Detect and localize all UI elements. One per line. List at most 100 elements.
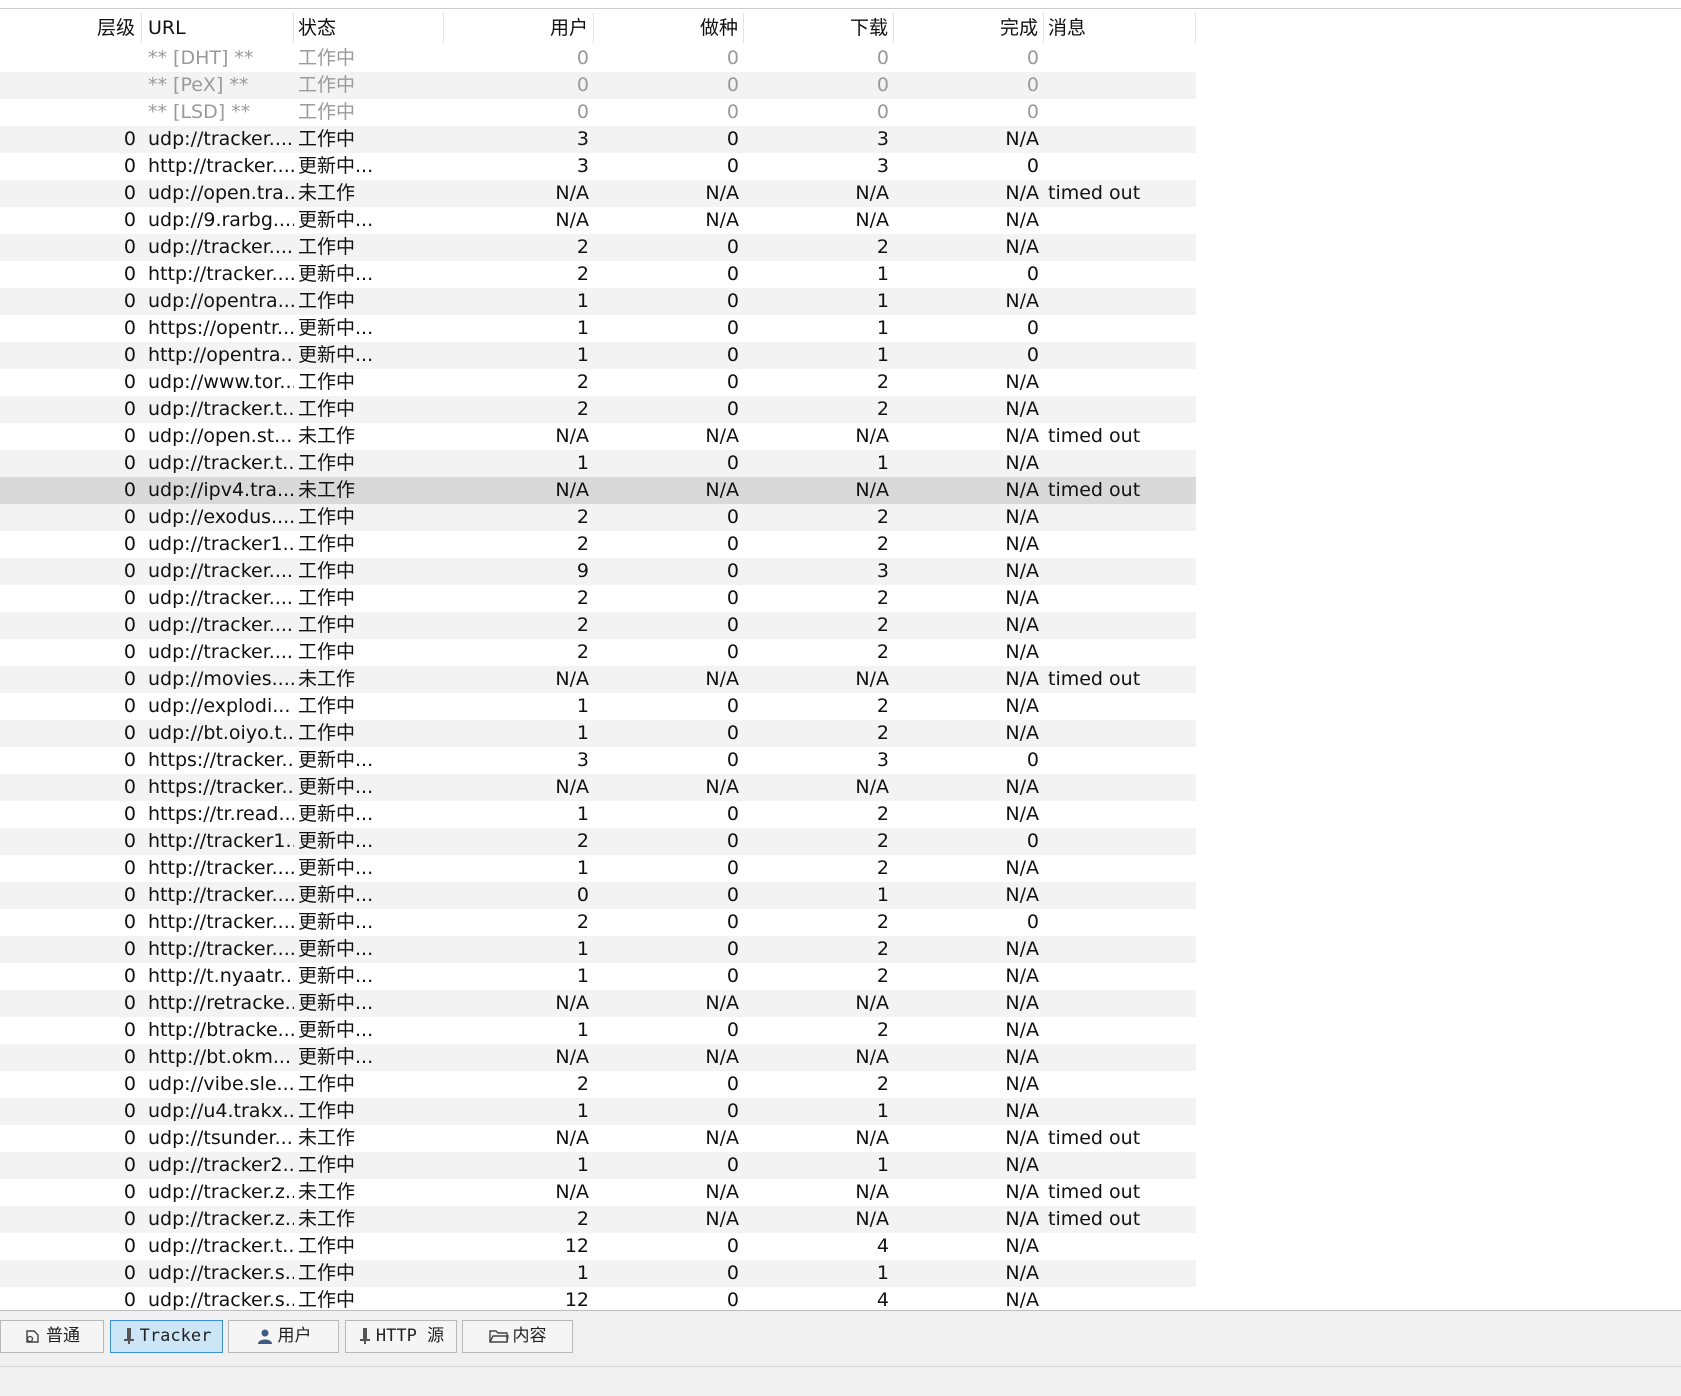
cell-status: 未工作 [298, 1208, 356, 1230]
cell-leeches: 2 [876, 722, 889, 744]
tracker-row[interactable]: 0 http://t.nyaatr... 更新中... 1 0 2 N/A [0, 963, 1196, 990]
cell-message [1044, 1071, 1196, 1098]
tracker-row[interactable]: 0 http://tracker.... 更新中... 0 0 1 N/A [0, 882, 1196, 909]
cell-url: ** [LSD] ** [148, 101, 251, 123]
cell-seeds: N/A [705, 992, 739, 1014]
cell-leeches: N/A [855, 668, 889, 690]
tracker-row[interactable]: 0 https://tr.read... 更新中... 1 0 2 N/A [0, 801, 1196, 828]
tab-content[interactable]: 内容 [462, 1320, 573, 1353]
tab-general[interactable]: 普通 [0, 1320, 104, 1353]
tracker-row[interactable]: 0 http://opentra... 更新中... 1 0 1 0 [0, 342, 1196, 369]
tracker-row[interactable]: 0 udp://tracker.... 工作中 9 0 3 N/A [0, 558, 1196, 585]
tracker-row[interactable]: 0 http://btracke... 更新中... 1 0 2 N/A [0, 1017, 1196, 1044]
cell-seeds: N/A [705, 668, 739, 690]
cell-leeches: 2 [876, 857, 889, 879]
cell-leeches: 1 [876, 290, 889, 312]
cell-tier: 0 [123, 371, 136, 393]
cell-status: 未工作 [298, 668, 356, 690]
tracker-row[interactable]: 0 https://tracker... 更新中... N/A N/A N/A N/A [0, 774, 1196, 801]
cell-status: 工作中 [298, 1154, 356, 1176]
tracker-row[interactable]: 0 udp://9.rarbg.... 更新中... N/A N/A N/A N/A [0, 207, 1196, 234]
tracker-row[interactable]: 0 udp://bt.oiyo.t... 工作中 1 0 2 N/A [0, 720, 1196, 747]
cell-downloaded: N/A [1005, 182, 1039, 204]
column-header-peers[interactable]: 用户 [444, 13, 594, 43]
tracker-row[interactable]: ** [DHT] ** 工作中 0 0 0 0 [0, 45, 1196, 72]
cell-leeches: 2 [876, 695, 889, 717]
tracker-row[interactable]: 0 udp://tsunder... 未工作 N/A N/A N/A N/A timed ou… [0, 1125, 1196, 1152]
tracker-row[interactable]: 0 udp://tracker.z... 未工作 2 N/A N/A N/A timed ou… [0, 1206, 1196, 1233]
cell-tier: 0 [123, 641, 136, 663]
cell-message [1044, 936, 1196, 963]
cell-url: https://tracker... [148, 776, 294, 798]
tracker-row[interactable]: 0 https://tracker... 更新中... 3 0 3 0 [0, 747, 1196, 774]
tracker-row[interactable]: ** [LSD] ** 工作中 0 0 0 0 [0, 99, 1196, 126]
cell-downloaded: 0 [1026, 74, 1039, 96]
tracker-row[interactable]: 0 udp://tracker.... 工作中 2 0 2 N/A [0, 612, 1196, 639]
tracker-row[interactable]: 0 udp://open.tra... 未工作 N/A N/A N/A N/A timed o… [0, 180, 1196, 207]
cell-peers: N/A [555, 1127, 589, 1149]
tracker-row[interactable]: 0 http://bt.okm... 更新中... N/A N/A N/A N/A [0, 1044, 1196, 1071]
column-header-downloaded[interactable]: 完成 [894, 13, 1044, 43]
cell-message: timed out [1048, 1181, 1141, 1203]
tracker-row[interactable]: 0 udp://tracker2... 工作中 1 0 1 N/A [0, 1152, 1196, 1179]
cell-downloaded: N/A [1005, 587, 1039, 609]
tracker-row[interactable]: 0 udp://u4.trakx... 工作中 1 0 1 N/A [0, 1098, 1196, 1125]
tracker-row[interactable]: 0 udp://open.st... 未工作 N/A N/A N/A N/A timed ou… [0, 423, 1196, 450]
tab-tracker[interactable]: Tracker [110, 1320, 223, 1353]
tracker-row[interactable]: 0 udp://ipv4.tra... 未工作 N/A N/A N/A N/A timed o… [0, 477, 1196, 504]
tab-http-sources[interactable]: HTTP 源 [345, 1320, 457, 1353]
tracker-row[interactable]: 0 udp://tracker1... 工作中 2 0 2 N/A [0, 531, 1196, 558]
tracker-row[interactable]: 0 http://tracker1... 更新中... 2 0 2 0 [0, 828, 1196, 855]
column-header-url[interactable]: URL [142, 13, 294, 43]
column-header-leeches[interactable]: 下载 [744, 13, 894, 43]
tracker-row[interactable]: 0 udp://tracker.... 工作中 3 0 3 N/A [0, 126, 1196, 153]
cell-status: 工作中 [298, 1235, 356, 1257]
cell-message: timed out [1048, 1208, 1141, 1230]
cell-status: 工作中 [298, 587, 356, 609]
cell-downloaded: N/A [1005, 506, 1039, 528]
cell-seeds: 0 [726, 101, 739, 123]
tracker-row[interactable]: 0 udp://vibe.sle... 工作中 2 0 2 N/A [0, 1071, 1196, 1098]
tracker-row[interactable]: 0 udp://tracker.t... 工作中 2 0 2 N/A [0, 396, 1196, 423]
tracker-row[interactable]: 0 udp://tracker.... 工作中 2 0 2 N/A [0, 585, 1196, 612]
cell-peers: 1 [576, 695, 589, 717]
tracker-row[interactable]: 0 udp://movies.... 未工作 N/A N/A N/A N/A timed ou… [0, 666, 1196, 693]
tab-peers[interactable]: 用户 [228, 1320, 339, 1353]
tracker-row[interactable]: 0 http://retracke... 更新中... N/A N/A N/A N/A [0, 990, 1196, 1017]
tracker-row[interactable]: 0 https://opentr... 更新中... 1 0 1 0 [0, 315, 1196, 342]
tracker-row[interactable]: 0 udp://tracker.z... 未工作 N/A N/A N/A N/A timed … [0, 1179, 1196, 1206]
cell-peers: N/A [555, 1046, 589, 1068]
tracker-row[interactable]: 0 http://tracker.... 更新中... 2 0 1 0 [0, 261, 1196, 288]
cell-message [1044, 909, 1196, 936]
tracker-row[interactable]: 0 udp://exodus.... 工作中 2 0 2 N/A [0, 504, 1196, 531]
tracker-row[interactable]: 0 udp://explodi... 工作中 1 0 2 N/A [0, 693, 1196, 720]
cell-status: 更新中... [298, 317, 374, 339]
tracker-row[interactable]: 0 udp://www.tor... 工作中 2 0 2 N/A [0, 369, 1196, 396]
column-header-seeds[interactable]: 做种 [594, 13, 744, 43]
column-header-tier[interactable]: 层级 [0, 13, 142, 43]
cell-status: 更新中... [298, 155, 374, 177]
cell-downloaded: N/A [1005, 1208, 1039, 1230]
cell-peers: 1 [576, 1100, 589, 1122]
tracker-row[interactable]: 0 udp://opentra... 工作中 1 0 1 N/A [0, 288, 1196, 315]
tracker-row[interactable]: 0 udp://tracker.t... 工作中 1 0 1 N/A [0, 450, 1196, 477]
cell-url: udp://tsunder... [148, 1127, 293, 1149]
cell-seeds: N/A [705, 425, 739, 447]
cell-downloaded: N/A [1005, 479, 1039, 501]
column-header-message[interactable]: 消息 [1044, 13, 1196, 43]
tracker-row[interactable]: 0 http://tracker.... 更新中... 2 0 2 0 [0, 909, 1196, 936]
tracker-row[interactable]: 0 http://tracker.... 更新中... 1 0 2 N/A [0, 855, 1196, 882]
tracker-row[interactable]: 0 udp://tracker.... 工作中 2 0 2 N/A [0, 234, 1196, 261]
tracker-row[interactable]: 0 http://tracker.... 更新中... 1 0 2 N/A [0, 936, 1196, 963]
tracker-row[interactable]: 0 udp://tracker.s... 工作中 1 0 1 N/A [0, 1260, 1196, 1287]
column-header-status[interactable]: 状态 [294, 13, 444, 43]
tracker-row[interactable]: ** [PeX] ** 工作中 0 0 0 0 [0, 72, 1196, 99]
cell-message [1044, 1152, 1196, 1179]
tracker-row[interactable]: 0 udp://tracker.... 工作中 2 0 2 N/A [0, 639, 1196, 666]
cell-url: udp://www.tor... [148, 371, 294, 393]
tracker-row[interactable]: 0 udp://tracker.t... 工作中 12 0 4 N/A [0, 1233, 1196, 1260]
cell-tier: 0 [123, 398, 136, 420]
tracker-row[interactable]: 0 http://tracker.... 更新中... 3 0 3 0 [0, 153, 1196, 180]
cell-status: 更新中... [298, 749, 374, 771]
cell-downloaded: N/A [1005, 641, 1039, 663]
